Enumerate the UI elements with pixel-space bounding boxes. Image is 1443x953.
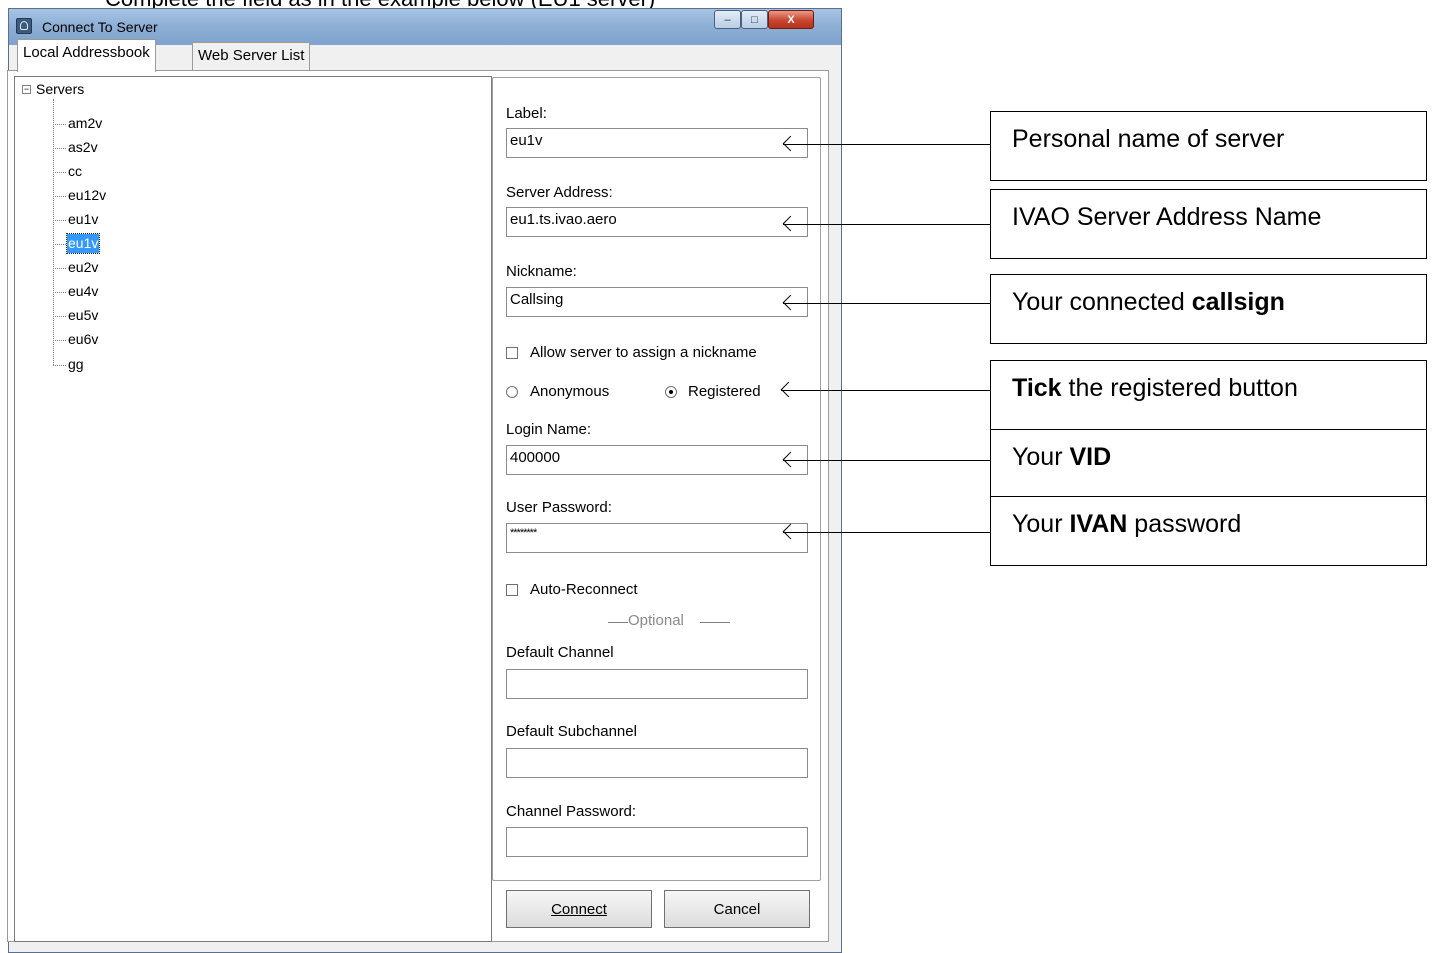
tree-item-as2v[interactable]: as2v <box>67 138 99 157</box>
minimize-button[interactable]: – <box>714 10 741 29</box>
callout-registered: Tick the registered button <box>990 360 1427 430</box>
nickname-label: Nickname: <box>506 263 577 280</box>
tab-local-addressbook[interactable]: Local Addressbook <box>17 39 156 72</box>
callout-server-address-text: IVAO Server Address Name <box>1012 203 1322 231</box>
callout-vid-prefix: Your <box>1012 443 1070 471</box>
arrow-registered <box>781 390 991 391</box>
arrow-nickname <box>783 303 991 304</box>
tree-branch <box>53 292 66 293</box>
default-channel-input[interactable] <box>506 669 808 699</box>
default-subchannel-label: Default Subchannel <box>506 723 637 740</box>
callout-registered-bold: Tick <box>1012 374 1062 402</box>
tree-branch <box>53 172 66 173</box>
tree-item-eu1v-selected[interactable]: eu1v <box>65 233 101 254</box>
optional-label: Optional <box>628 612 684 629</box>
arrow-user-password <box>783 532 991 533</box>
tree-root-servers[interactable]: Servers <box>36 81 84 97</box>
connect-button[interactable]: Connect <box>506 890 652 928</box>
login-name-label: Login Name: <box>506 421 592 438</box>
tree-item-eu4v[interactable]: eu4v <box>67 282 99 301</box>
maximize-button[interactable]: □ <box>741 10 768 29</box>
tree-branch <box>53 365 66 366</box>
allow-assign-nickname-label: Allow server to assign a nickname <box>530 344 757 361</box>
window-title: Connect To Server <box>42 19 158 35</box>
arrow-login-name <box>783 460 991 461</box>
channel-password-label: Channel Password: <box>506 803 637 820</box>
callout-password: Your IVAN password <box>990 496 1427 566</box>
auto-reconnect-label: Auto-Reconnect <box>530 581 638 598</box>
callout-registered-suffix: the registered button <box>1061 374 1298 402</box>
registered-label: Registered <box>688 383 761 400</box>
callout-label-text: Personal name of server <box>1012 125 1285 153</box>
nickname-input[interactable]: Callsing <box>506 287 808 317</box>
tree-branch <box>53 196 66 197</box>
server-address-input[interactable]: eu1.ts.ivao.aero <box>506 207 808 237</box>
tree-branch <box>53 148 66 149</box>
callout-vid-bold: VID <box>1069 443 1112 471</box>
registered-radio[interactable] <box>665 386 677 398</box>
login-name-input[interactable]: 400000 <box>506 445 808 475</box>
cancel-button-label: Cancel <box>713 900 761 918</box>
tree-item-eu5v[interactable]: eu5v <box>67 306 99 325</box>
callout-server-address: IVAO Server Address Name <box>990 189 1427 259</box>
tree-item-gg[interactable]: gg <box>67 355 85 374</box>
tree-branch <box>53 220 66 221</box>
app-icon <box>16 18 32 34</box>
tree-branch <box>53 124 66 125</box>
tree-item-eu6v[interactable]: eu6v <box>67 330 99 349</box>
close-button[interactable]: X <box>768 10 814 29</box>
callout-nickname: Your connected callsign <box>990 274 1427 344</box>
callout-nickname-prefix: Your connected <box>1012 288 1192 316</box>
connect-button-label: Connect <box>551 900 607 918</box>
tree-item-eu12v[interactable]: eu12v <box>67 186 107 205</box>
server-tree[interactable] <box>14 76 492 942</box>
callout-password-prefix: Your <box>1012 510 1070 538</box>
default-channel-label: Default Channel <box>506 644 614 661</box>
tree-item-am2v[interactable]: am2v <box>67 114 103 133</box>
tree-item-cc[interactable]: cc <box>67 162 83 181</box>
tab-web-server-list[interactable]: Web Server List <box>192 42 311 70</box>
user-password-label: User Password: <box>506 499 612 516</box>
callout-vid: Your VID <box>990 429 1427 497</box>
optional-divider-left <box>608 622 628 623</box>
arrow-server-address <box>783 224 991 225</box>
allow-assign-nickname-checkbox[interactable] <box>506 347 518 359</box>
anonymous-label: Anonymous <box>530 383 610 400</box>
cancel-button[interactable]: Cancel <box>664 890 810 928</box>
user-password-input[interactable]: ******** <box>506 523 808 553</box>
callout-password-suffix: password <box>1127 510 1242 538</box>
tree-branch <box>53 340 66 341</box>
label-field-label: Label: <box>506 105 547 122</box>
collapse-icon[interactable]: − <box>22 85 31 94</box>
tree-branch <box>53 316 66 317</box>
server-address-label: Server Address: <box>506 184 613 201</box>
tree-item-eu2v[interactable]: eu2v <box>67 258 99 277</box>
callout-nickname-bold: callsign <box>1191 288 1285 316</box>
tree-connector-line <box>53 99 54 365</box>
tree-branch <box>53 244 66 245</box>
callout-password-bold: IVAN <box>1069 510 1128 538</box>
label-input[interactable]: eu1v <box>506 128 808 158</box>
channel-password-input[interactable] <box>506 827 808 857</box>
callout-label: Personal name of server <box>990 111 1427 181</box>
tree-branch <box>53 268 66 269</box>
optional-divider-right <box>700 622 730 623</box>
anonymous-radio[interactable] <box>506 386 518 398</box>
auto-reconnect-checkbox[interactable] <box>506 584 518 596</box>
arrow-label <box>783 144 991 145</box>
tree-item-eu1v[interactable]: eu1v <box>67 210 99 229</box>
default-subchannel-input[interactable] <box>506 748 808 778</box>
